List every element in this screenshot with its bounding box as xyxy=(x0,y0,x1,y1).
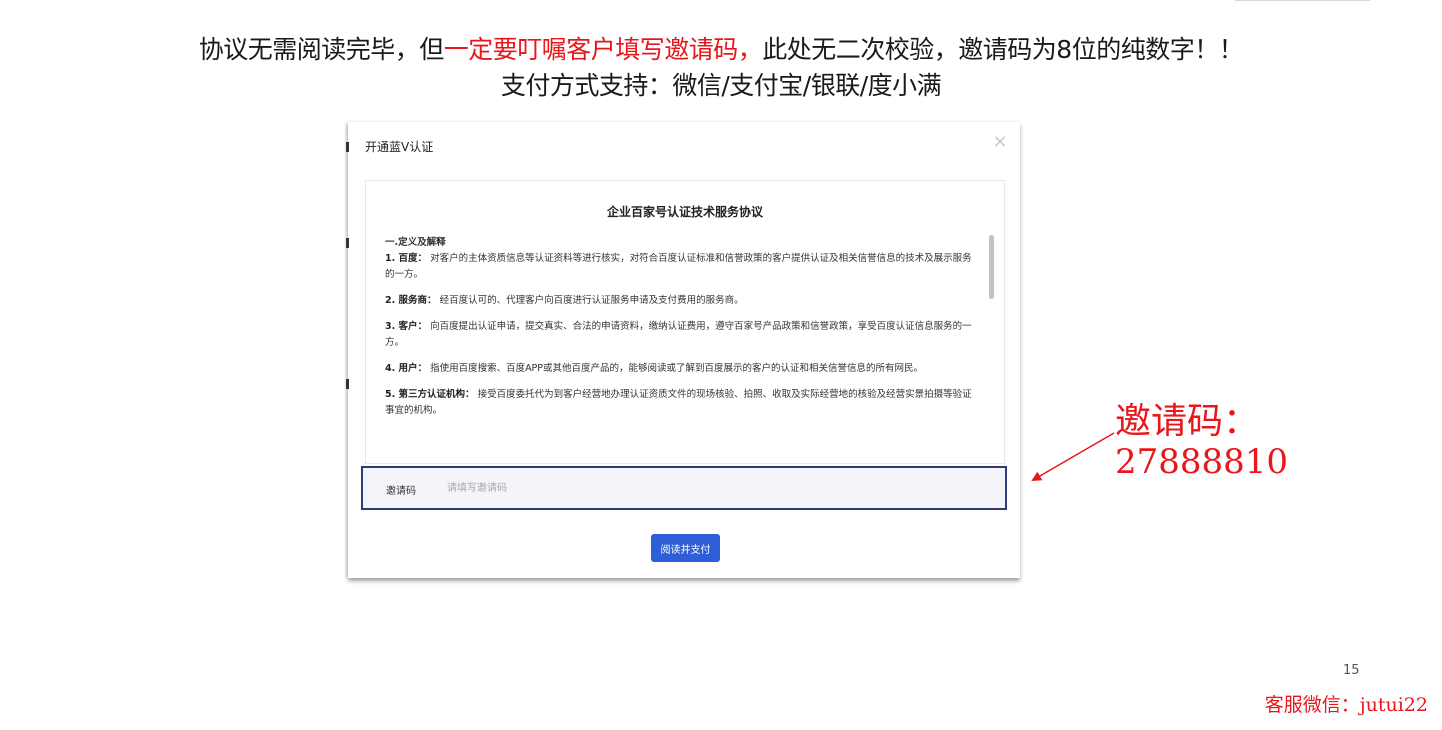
agreement-section-heading: 一.定义及解释 xyxy=(385,237,446,248)
agreement-text: 向百度提出认证申请，提交真实、合法的申请资料，缴纳认证费用，遵守百家号产品政策和… xyxy=(385,321,972,348)
instruction-suffix: 此处无二次校验，邀请码为8位的纯数字！！ xyxy=(762,35,1244,64)
agreement-body: 一.定义及解释 1. 百度： 对客户的主体资质信息等认证资料等进行核实，对符合百… xyxy=(385,235,981,429)
agreement-term: 3. 客户： xyxy=(385,321,428,332)
invite-code-label: 邀请码 xyxy=(386,486,416,497)
agreement-panel[interactable]: 企业百家号认证技术服务协议 一.定义及解释 1. 百度： 对客户的主体资质信息等… xyxy=(365,180,1005,464)
agreement-item: 5. 第三方认证机构： 接受百度委托代为到客户经营地办理认证资质文件的现场核验、… xyxy=(385,387,981,419)
invite-code-row: 邀请码 xyxy=(361,466,1007,510)
dialog-edge-mark xyxy=(346,238,349,248)
dialog-edge-mark xyxy=(346,379,349,389)
dialog-edge-mark xyxy=(346,142,349,152)
wechat-contact: 客服微信：jutui22 xyxy=(1264,694,1428,716)
agreement-term: 2. 服务商： xyxy=(385,295,437,306)
instruction-prefix: 协议无需阅读完毕，但 xyxy=(198,35,445,64)
instruction-highlight: 一定要叮嘱客户填写邀请码， xyxy=(443,35,763,64)
annotation-label: 邀请码： xyxy=(1115,401,1260,442)
agreement-term: 4. 用户： xyxy=(385,363,428,374)
annotation-invite-code: 27888810 xyxy=(1115,442,1289,482)
agreement-term: 5. 第三方认证机构： xyxy=(385,389,475,400)
read-and-pay-button[interactable]: 阅读并支付 xyxy=(651,534,720,562)
agreement-term: 1. 百度： xyxy=(385,253,428,264)
dialog-title: 开通蓝V认证 xyxy=(365,140,434,154)
agreement-scrollbar[interactable] xyxy=(989,235,994,299)
page-number: 15 xyxy=(1343,663,1360,678)
instruction-line-1: 协议无需阅读完毕，但一定要叮嘱客户填写邀请码，此处无二次校验，邀请码为8位的纯数… xyxy=(0,30,1442,66)
top-divider xyxy=(1235,0,1370,1)
agreement-item: 1. 百度： 对客户的主体资质信息等认证资料等进行核实，对符合百度认证标准和信誉… xyxy=(385,251,981,283)
agreement-item: 2. 服务商： 经百度认可的、代理客户向百度进行认证服务申请及支付费用的服务商。 xyxy=(385,293,981,309)
verification-dialog: 开通蓝V认证 × 企业百家号认证技术服务协议 一.定义及解释 1. 百度： 对客… xyxy=(346,122,1020,578)
agreement-item: 4. 用户： 指使用百度搜索、百度APP或其他百度产品的，能够阅读或了解到百度展… xyxy=(385,361,981,377)
agreement-title: 企业百家号认证技术服务协议 xyxy=(606,205,763,219)
close-icon[interactable]: × xyxy=(992,133,1008,151)
agreement-text: 指使用百度搜索、百度APP或其他百度产品的，能够阅读或了解到百度展示的客户的认证… xyxy=(430,363,924,374)
instruction-line-2: 支付方式支持：微信/支付宝/银联/度小满 xyxy=(500,71,942,100)
agreement-text: 经百度认可的、代理客户向百度进行认证服务申请及支付费用的服务商。 xyxy=(439,295,744,306)
agreement-item: 3. 客户： 向百度提出认证申请，提交真实、合法的申请资料，缴纳认证费用，遵守百… xyxy=(385,319,981,351)
agreement-text: 对客户的主体资质信息等认证资料等进行核实，对符合百度认证标准和信誉政策的客户提供… xyxy=(385,253,972,280)
invite-code-input[interactable] xyxy=(441,477,753,499)
